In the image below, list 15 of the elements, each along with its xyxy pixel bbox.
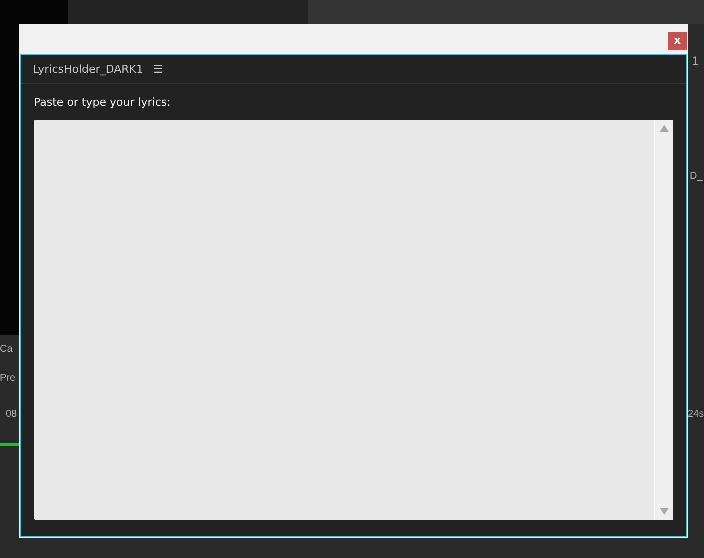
lyrics-textarea[interactable] [34,120,673,520]
scroll-down-icon[interactable] [660,508,668,515]
close-button[interactable]: x [668,32,687,50]
background-label: D_ [690,171,703,182]
background-label: Pre [0,373,16,384]
prompt-label: Paste or type your lyrics: [34,96,172,109]
background-label: Ca [0,344,13,355]
panel-title: LyricsHolder_DARK1 [33,62,144,76]
timeline-bar [0,443,20,446]
scroll-up-icon[interactable] [660,125,668,132]
scrollbar[interactable] [654,120,673,520]
background-label: 08 [6,409,18,420]
background-label: 1 [692,54,699,68]
background-label: 24s [688,409,704,420]
panel-menu[interactable]: ☰ [153,62,164,76]
